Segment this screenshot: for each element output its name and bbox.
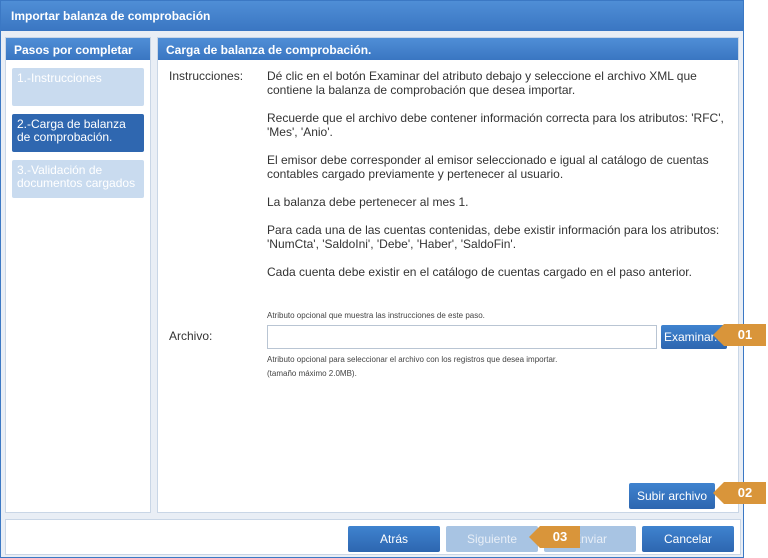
step-validacion[interactable]: 3.-Validación de documentos cargados	[12, 160, 144, 198]
dialog-footer: Atrás Siguiente Enviar Cancelar	[5, 519, 741, 555]
instruction-paragraph: La balanza debe pertenecer al mes 1.	[267, 195, 469, 209]
archivo-label: Archivo:	[169, 329, 213, 343]
step-carga-balanza[interactable]: 2.-Carga de balanza de comprobación.	[12, 114, 144, 152]
dialog-title: Importar balanza de comprobación	[1, 1, 743, 31]
instruction-paragraph: Recuerde que el archivo debe contener in…	[267, 111, 724, 139]
archivo-input[interactable]	[267, 325, 657, 349]
instructions-hint: Atributo opcional que muestra las instru…	[267, 311, 485, 320]
callout-03: 03	[529, 526, 580, 548]
instruction-paragraph: Cada cuenta debe existir en el catálogo …	[267, 265, 692, 279]
instruction-paragraph: Para cada una de las cuentas contenidas,…	[267, 223, 720, 251]
sidebar-header: Pasos por completar	[6, 38, 150, 60]
main-panel: Carga de balanza de comprobación. Instru…	[157, 37, 739, 513]
main-body: Instrucciones: Dé clic en el botón Exami…	[159, 61, 737, 512]
callout-02: 02	[713, 482, 766, 504]
main-header: Carga de balanza de comprobación.	[158, 38, 738, 60]
cancelar-button[interactable]: Cancelar	[642, 526, 734, 552]
instructions-text: Dé clic en el botón Examinar del atribut…	[267, 69, 729, 293]
archivo-hint: Atributo opcional para seleccionar el ar…	[267, 355, 558, 364]
instruction-paragraph: Dé clic en el botón Examinar del atribut…	[267, 69, 697, 97]
steps-sidebar: Pasos por completar 1.-Instrucciones 2.-…	[5, 37, 151, 513]
archivo-size-hint: (tamaño máximo 2.0MB).	[267, 369, 357, 378]
callout-01: 01	[713, 324, 766, 346]
subir-archivo-button[interactable]: Subir archivo	[629, 483, 715, 509]
step-instrucciones[interactable]: 1.-Instrucciones	[12, 68, 144, 106]
siguiente-button[interactable]: Siguiente	[446, 526, 538, 552]
import-dialog: Importar balanza de comprobación Pasos p…	[0, 0, 744, 558]
instructions-label: Instrucciones:	[169, 69, 244, 83]
atras-button[interactable]: Atrás	[348, 526, 440, 552]
instruction-paragraph: El emisor debe corresponder al emisor se…	[267, 153, 709, 181]
